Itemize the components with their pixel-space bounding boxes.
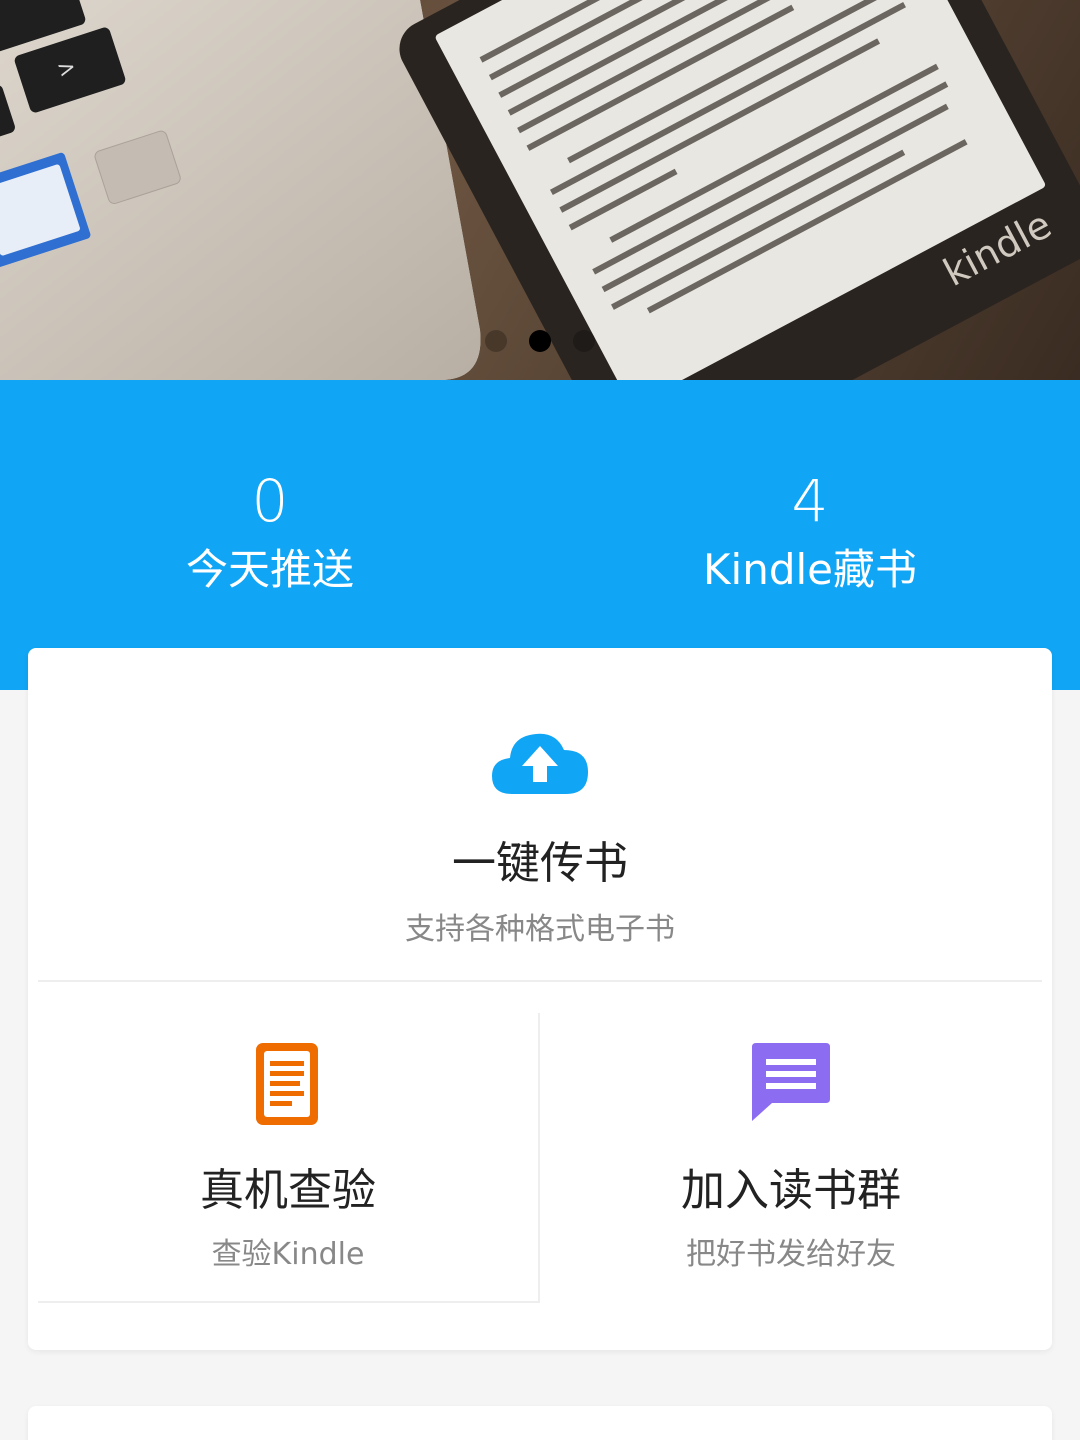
- kindle-books-label: Kindle藏书: [703, 545, 917, 594]
- join-reading-group-button[interactable]: 加入读书群 把好书发给好友: [540, 1013, 1042, 1301]
- home-screen: > kindle 0 今天推送 4 Kindle藏书 一键传书 支持各种格式电子…: [0, 0, 1080, 1440]
- upload-subtitle: 支持各种格式电子书: [405, 912, 675, 947]
- next-card: [28, 1406, 1052, 1440]
- stat-today-push[interactable]: 0 今天推送: [0, 470, 540, 598]
- kindle-books-count: 4: [791, 467, 829, 535]
- group-title: 加入读书群: [681, 1165, 901, 1216]
- stats-band: 0 今天推送 4 Kindle藏书: [0, 380, 1080, 690]
- today-push-label: 今天推送: [185, 545, 354, 594]
- upload-title: 一键传书: [452, 838, 628, 889]
- group-subtitle: 把好书发给好友: [686, 1237, 896, 1272]
- actions-card: 一键传书 支持各种格式电子书 真机查验 查验Kindle 加入读书群 把好书发给…: [28, 648, 1052, 1350]
- stat-kindle-books[interactable]: 4 Kindle藏书: [540, 470, 1080, 598]
- banner-photo: > kindle: [0, 0, 1080, 380]
- verify-kindle-button[interactable]: 真机查验 查验Kindle: [38, 1013, 540, 1303]
- verify-title: 真机查验: [200, 1165, 376, 1216]
- banner-carousel[interactable]: > kindle: [0, 0, 1080, 380]
- carousel-dot[interactable]: [485, 330, 507, 352]
- carousel-dot-active[interactable]: [529, 330, 551, 352]
- carousel-indicators: [0, 330, 1080, 352]
- today-push-count: 0: [251, 467, 289, 535]
- document-icon: [256, 1043, 318, 1125]
- verify-subtitle: 查验Kindle: [211, 1237, 365, 1272]
- carousel-dot[interactable]: [573, 330, 595, 352]
- divider: [38, 980, 1042, 982]
- chat-icon: [752, 1043, 830, 1121]
- cloud-upload-icon: [492, 733, 588, 794]
- upload-book-button[interactable]: 一键传书 支持各种格式电子书: [28, 648, 1052, 980]
